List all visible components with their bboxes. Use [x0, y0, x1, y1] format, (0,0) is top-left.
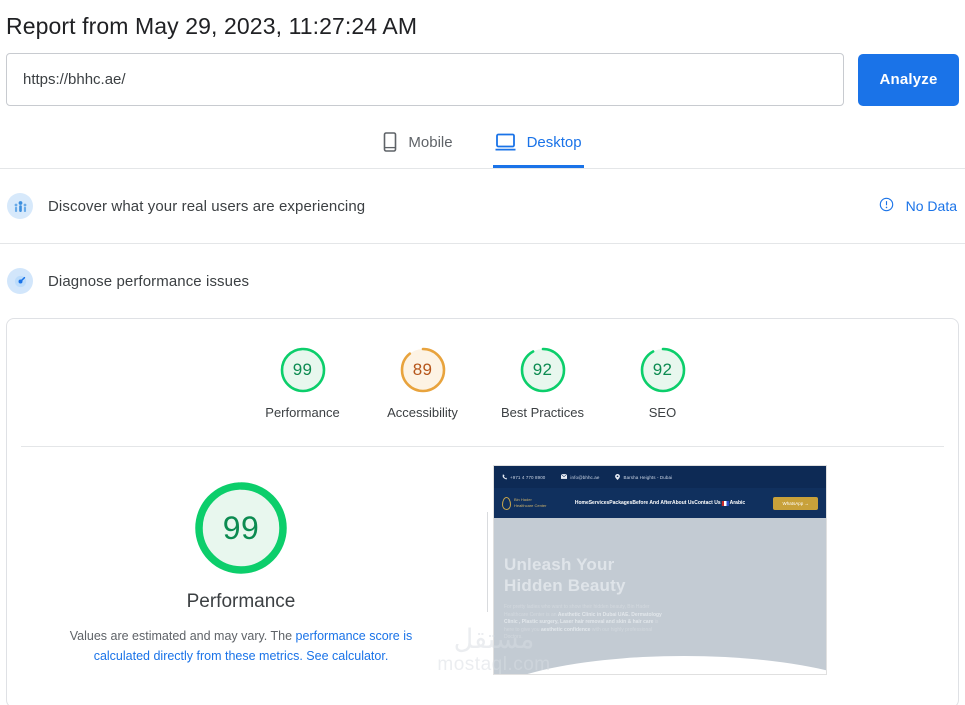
score-seo[interactable]: 92 SEO [603, 345, 723, 420]
tab-mobile-label: Mobile [408, 133, 453, 151]
see-calculator-link[interactable]: See calculator. [306, 649, 388, 663]
gauge-icon [7, 268, 33, 294]
device-tabs: Mobile Desktop [0, 128, 965, 168]
logo-mark-icon [502, 496, 511, 510]
phone-icon [502, 474, 507, 481]
tab-desktop-label: Desktop [526, 133, 582, 151]
thumb-email-text: info@bhhc.ae [570, 474, 600, 480]
no-data-label: No Data [905, 198, 957, 214]
field-data-title: Discover what your real users are experi… [48, 197, 366, 215]
thumb-hero-body-d: aesthetic confidence [540, 626, 591, 633]
score-performance[interactable]: 99 Performance [243, 345, 363, 420]
info-icon [879, 197, 894, 215]
score-label-performance: Performance [265, 405, 340, 420]
thumb-hero-curve [494, 656, 826, 674]
score-value-best-practices: 92 [532, 360, 553, 379]
thumb-hero-line1: Unleash Your [504, 555, 615, 574]
results-card: 99 Performance 89 Accessibility 92 Best … [6, 318, 959, 705]
lab-data-section: Diagnose performance issues [0, 243, 965, 318]
thumb-hero-line2: Hidden Beauty [504, 576, 626, 595]
thumb-location-text: Barsha Heights - Dubai [623, 474, 673, 480]
page-thumbnail[interactable]: +971 4 770 8900 info@bhhc.ae Barsha Heig… [493, 465, 827, 675]
thumb-logo-line1: Bin Hader [514, 497, 532, 502]
thumb-logo: Bin Hader Healthcare Center [502, 496, 546, 510]
score-ring-seo: 92 [638, 345, 688, 395]
big-score-value: 99 [222, 509, 260, 546]
thumb-logo-line2: Healthcare Center [514, 503, 547, 508]
score-ring-performance: 99 [278, 345, 328, 395]
footnote-text: Values are estimated and may vary. The [69, 629, 296, 643]
pin-icon [615, 473, 621, 481]
score-ring-accessibility: 89 [398, 345, 448, 395]
no-data-status[interactable]: No Data [879, 197, 959, 215]
thumb-hero: Unleash Your Hidden Beauty For pretty la… [494, 518, 826, 674]
thumb-nav-items: HomeServicesPackagesBefore And AfterAbou… [574, 500, 721, 506]
thumb-email: info@bhhc.ae [561, 473, 600, 480]
thumb-phone-text: +971 4 770 8900 [510, 474, 546, 480]
category-scores: 99 Performance 89 Accessibility 92 Best … [7, 319, 958, 420]
score-footnote: Values are estimated and may vary. The p… [41, 626, 441, 666]
thumb-hero-body: For pretty ladies who want to show their… [504, 604, 664, 642]
thumb-hero-heading: Unleash Your Hidden Beauty [504, 554, 826, 596]
thumb-navbar: Bin Hader Healthcare Center HomeServices… [494, 488, 826, 518]
vertical-divider [487, 512, 488, 612]
score-label-seo: SEO [648, 405, 677, 420]
tab-desktop[interactable]: Desktop [492, 128, 584, 168]
score-accessibility[interactable]: 89 Accessibility [363, 345, 483, 420]
thumb-nav: HomeServicesPackagesBefore And AfterAbou… [575, 500, 745, 506]
page-title: Report from May 29, 2023, 11:27:24 AM [6, 13, 418, 39]
score-value-accessibility: 89 [412, 360, 433, 379]
thumb-location: Barsha Heights - Dubai [615, 473, 673, 481]
mobile-icon [383, 132, 397, 152]
score-value-performance: 99 [292, 360, 313, 379]
score-label-accessibility: Accessibility [387, 405, 458, 420]
score-best-practices[interactable]: 92 Best Practices [483, 345, 603, 420]
field-data-section: Discover what your real users are experi… [0, 168, 965, 243]
score-label-best-practices: Best Practices [500, 405, 585, 420]
url-input[interactable] [6, 53, 844, 106]
performance-summary: 99 Performance Values are estimated and … [7, 447, 958, 675]
url-bar: Analyze [0, 40, 965, 106]
lab-data-title: Diagnose performance issues [48, 272, 250, 290]
big-score-label: Performance [186, 591, 296, 612]
flag-icon [721, 500, 729, 506]
thumb-topbar: +971 4 770 8900 info@bhhc.ae Barsha Heig… [494, 466, 826, 488]
score-ring-best-practices: 92 [518, 345, 568, 395]
analyze-button[interactable]: Analyze [858, 53, 959, 106]
big-score-ring: 99 [192, 479, 290, 577]
tab-mobile[interactable]: Mobile [381, 128, 454, 168]
thumb-whatsapp-button: WhatsApp → [773, 496, 818, 510]
desktop-icon [495, 133, 516, 151]
users-icon [7, 193, 33, 219]
big-score-block: 99 Performance Values are estimated and … [7, 465, 475, 675]
score-value-seo: 92 [652, 360, 673, 379]
thumb-nav-lang: Arabic [729, 500, 746, 506]
mail-icon [561, 473, 568, 480]
thumb-phone: +971 4 770 8900 [502, 474, 545, 481]
thumb-logo-text: Bin Hader Healthcare Center [514, 497, 546, 509]
